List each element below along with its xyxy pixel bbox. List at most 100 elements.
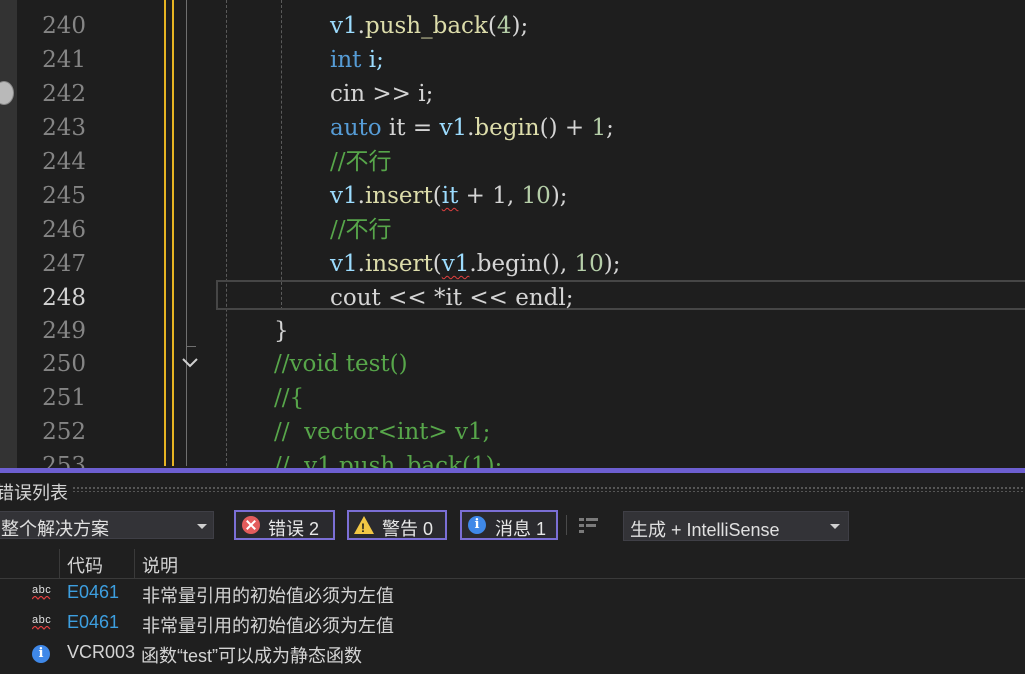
error-squiggle[interactable]: it: [442, 183, 459, 209]
outline-fold-tick: [186, 346, 196, 347]
token: (: [487, 13, 497, 39]
token: i;: [361, 47, 384, 73]
code-line-248[interactable]: cout << *it << endl;: [330, 281, 573, 315]
chevron-down-icon: [830, 524, 840, 529]
errors-filter-label: 错误 2: [268, 519, 320, 539]
line-number: 253: [42, 453, 86, 470]
code-line-240[interactable]: v1.push_back(4);: [330, 9, 528, 43]
indent-guide: [226, 0, 227, 466]
code-line-247[interactable]: v1.insert(v1.begin(), 10);: [330, 247, 621, 281]
token: insert: [364, 251, 433, 277]
code-line-246[interactable]: //不行: [330, 213, 392, 247]
message-code: VCR003: [67, 642, 136, 662]
line-number: 249: [42, 318, 86, 344]
token: v1: [330, 13, 358, 39]
line-number: 244: [42, 149, 86, 175]
token: .: [357, 183, 365, 209]
line-number: 250: [42, 351, 86, 377]
column-divider[interactable]: [59, 549, 60, 579]
token: cout << *it << endl;: [330, 285, 574, 311]
scope-dropdown[interactable]: 整个解决方案: [0, 511, 214, 539]
filter-list-icon[interactable]: [578, 515, 600, 535]
token: }: [274, 318, 289, 344]
code-line-250[interactable]: //void test(): [274, 347, 408, 381]
scope-dropdown-value: 整个解决方案: [1, 519, 109, 539]
error-list-header: 代码 说明: [0, 549, 1025, 579]
token: int: [330, 47, 362, 73]
errors-filter-button[interactable]: 错误 2: [234, 510, 335, 540]
messages-filter-label: 消息 1: [495, 519, 547, 539]
error-code-link[interactable]: E0461: [67, 612, 119, 633]
line-number: 247: [42, 251, 86, 277]
comment: //不行: [330, 217, 392, 243]
indent-guide: [281, 0, 282, 310]
code-line-245[interactable]: v1.insert(it + 1, 10);: [330, 179, 568, 213]
token: );: [603, 251, 621, 277]
token: v1: [330, 251, 358, 277]
comment: //void test(): [274, 351, 408, 377]
messages-filter-button[interactable]: i 消息 1: [460, 510, 558, 540]
code-line-243[interactable]: auto it = v1.begin() + 1;: [330, 111, 614, 145]
token: v1: [330, 183, 358, 209]
outline-fold-line: [186, 0, 187, 466]
token: cin >> i;: [330, 81, 434, 107]
panel-title[interactable]: 错误列表: [0, 479, 68, 505]
token: );: [511, 13, 529, 39]
token: insert: [364, 183, 433, 209]
line-number: 251: [42, 385, 86, 411]
token: 10: [521, 183, 551, 209]
error-description: 非常量引用的初始值必须为左值: [142, 616, 394, 636]
token: v1: [439, 115, 468, 141]
code-editor[interactable]: 240 241 242 243 244 245 246 247 248 249 …: [0, 0, 1025, 470]
line-number: 242: [42, 81, 86, 107]
panel-title-grip[interactable]: [72, 486, 1025, 492]
line-number: 240: [42, 13, 86, 39]
code-line-253[interactable]: // v1.push_back(1);: [274, 449, 502, 470]
code-line-242[interactable]: cin >> i;: [330, 77, 433, 111]
spelling-error-icon: abc: [32, 584, 54, 604]
change-indicator-bar: [164, 0, 166, 466]
error-list-row[interactable]: abc E0461 非常量引用的初始值必须为左值: [0, 610, 1025, 640]
warning-icon-mark: !: [361, 521, 365, 535]
error-list-panel: 错误列表 整个解决方案 错误 2 ! 警告 0 i 消息 1 生成 + Inte…: [0, 473, 1025, 674]
token: );: [550, 183, 568, 209]
token: auto: [330, 115, 382, 141]
token: 4: [496, 13, 512, 39]
comment: // vector<int> v1;: [274, 419, 491, 445]
error-code-link[interactable]: E0461: [67, 582, 119, 603]
error-description: 非常量引用的初始值必须为左值: [142, 586, 394, 606]
column-divider[interactable]: [134, 549, 135, 579]
spelling-error-icon: abc: [32, 614, 54, 634]
line-number-active: 248: [42, 285, 86, 311]
change-indicator-bar: [172, 0, 174, 466]
column-header-description[interactable]: 说明: [142, 552, 178, 578]
column-header-code[interactable]: 代码: [67, 552, 103, 578]
token: 1: [591, 115, 607, 141]
error-squiggle[interactable]: v1: [442, 251, 470, 277]
error-list-row[interactable]: i VCR003 函数“test”可以成为静态函数: [0, 640, 1025, 670]
token: .: [357, 13, 365, 39]
line-number: 246: [42, 217, 86, 243]
toolbar-separator: [566, 515, 567, 535]
code-line-249[interactable]: }: [274, 314, 289, 348]
token: begin: [474, 115, 540, 141]
warnings-filter-label: 警告 0: [382, 519, 434, 539]
error-icon: [242, 516, 260, 534]
token: (: [432, 183, 442, 209]
token: (: [432, 251, 442, 277]
token: push_back: [364, 13, 488, 39]
breakpoint-margin[interactable]: [0, 0, 17, 470]
code-line-252[interactable]: // vector<int> v1;: [274, 415, 490, 449]
error-list-row[interactable]: abc E0461 非常量引用的初始值必须为左值: [0, 580, 1025, 610]
warnings-filter-button[interactable]: ! 警告 0: [347, 510, 447, 540]
code-line-251[interactable]: //{: [274, 381, 304, 415]
chevron-down-icon[interactable]: [180, 353, 200, 373]
code-line-244[interactable]: //不行: [330, 145, 392, 179]
token: .begin(),: [469, 251, 575, 277]
comment: //{: [274, 385, 305, 411]
code-line-241[interactable]: int i;: [330, 43, 384, 77]
line-number: 241: [42, 47, 86, 73]
chevron-down-icon: [197, 524, 207, 529]
token: () +: [539, 115, 592, 141]
build-source-dropdown[interactable]: 生成 + IntelliSense: [623, 511, 849, 541]
